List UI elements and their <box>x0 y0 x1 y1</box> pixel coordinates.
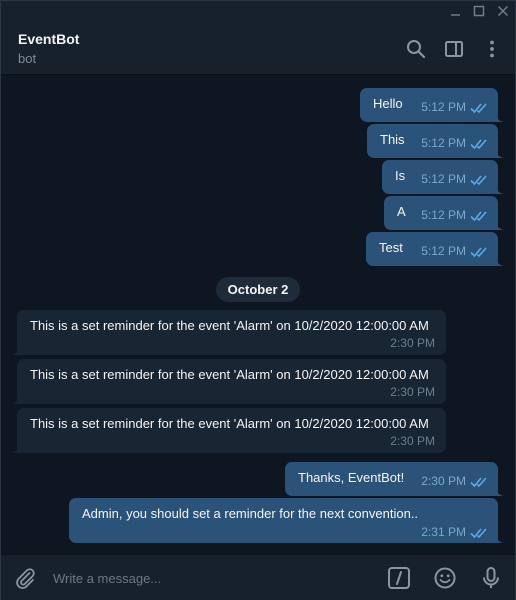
chat-status: bot <box>18 51 37 66</box>
message-time: 2:30 PM <box>390 336 435 350</box>
attach-icon[interactable] <box>13 566 37 590</box>
message-text: This <box>380 132 405 147</box>
more-vertical-icon[interactable] <box>481 38 503 60</box>
message-input[interactable] <box>53 567 373 589</box>
maximize-icon[interactable] <box>471 3 487 19</box>
microphone-icon[interactable] <box>479 566 503 590</box>
outgoing-message[interactable]: Is 5:12 PM <box>382 160 504 194</box>
message-time: 5:12 PM <box>421 244 466 258</box>
message-text: Thanks, EventBot! <box>298 470 405 485</box>
search-icon[interactable] <box>405 38 427 60</box>
incoming-message[interactable]: This is a set reminder for the event 'Al… <box>11 359 446 404</box>
message-time: 5:12 PM <box>421 100 466 114</box>
incoming-message[interactable]: This is a set reminder for the event 'Al… <box>11 310 446 355</box>
close-icon[interactable] <box>495 3 511 19</box>
message-time: 5:12 PM <box>421 208 466 222</box>
title-bar <box>1 1 515 21</box>
message-text: This is a set reminder for the event 'Al… <box>30 416 429 431</box>
read-double-check-icon <box>470 211 487 222</box>
message-composer <box>1 554 515 600</box>
message-time: 2:30 PM <box>421 474 466 488</box>
message-time: 5:12 PM <box>421 172 466 186</box>
message-text: Hello <box>373 96 403 111</box>
message-text: Admin, you should set a reminder for the… <box>82 506 419 521</box>
emoji-icon[interactable] <box>433 566 457 590</box>
outgoing-message[interactable]: This 5:12 PM <box>367 124 504 158</box>
message-list[interactable]: Hello 5:12 PM This 5:12 PM Is 5:12 PM A … <box>1 76 515 554</box>
message-time: 5:12 PM <box>421 136 466 150</box>
read-double-check-icon <box>470 103 487 114</box>
minimize-icon[interactable] <box>448 3 464 19</box>
outgoing-message[interactable]: A 5:12 PM <box>384 196 504 230</box>
message-text: This is a set reminder for the event 'Al… <box>30 318 429 333</box>
read-double-check-icon <box>470 477 487 488</box>
message-text: Is <box>395 168 406 183</box>
outgoing-message[interactable]: Thanks, EventBot! 2:30 PM <box>285 462 504 496</box>
read-double-check-icon <box>470 175 487 186</box>
message-text: A <box>397 204 406 219</box>
read-double-check-icon <box>470 528 487 539</box>
outgoing-message[interactable]: Admin, you should set a reminder for the… <box>69 498 504 543</box>
message-time: 2:30 PM <box>390 434 435 448</box>
read-double-check-icon <box>470 139 487 150</box>
message-time: 2:31 PM <box>421 525 466 539</box>
telegram-window: EventBot bot Hello 5:12 PM This 5:12 PM <box>0 0 516 600</box>
sidebar-toggle-icon[interactable] <box>443 38 465 60</box>
message-text: Test <box>379 240 403 255</box>
message-time: 2:30 PM <box>390 385 435 399</box>
incoming-message[interactable]: This is a set reminder for the event 'Al… <box>11 408 446 453</box>
date-separator: October 2 <box>216 277 300 302</box>
bot-commands-icon[interactable] <box>387 566 411 590</box>
outgoing-message[interactable]: Hello 5:12 PM <box>360 88 504 122</box>
chat-header: EventBot bot <box>1 21 515 75</box>
chat-title[interactable]: EventBot <box>18 31 79 47</box>
message-text: This is a set reminder for the event 'Al… <box>30 367 429 382</box>
read-double-check-icon <box>470 247 487 258</box>
outgoing-message[interactable]: Test 5:12 PM <box>366 232 504 266</box>
